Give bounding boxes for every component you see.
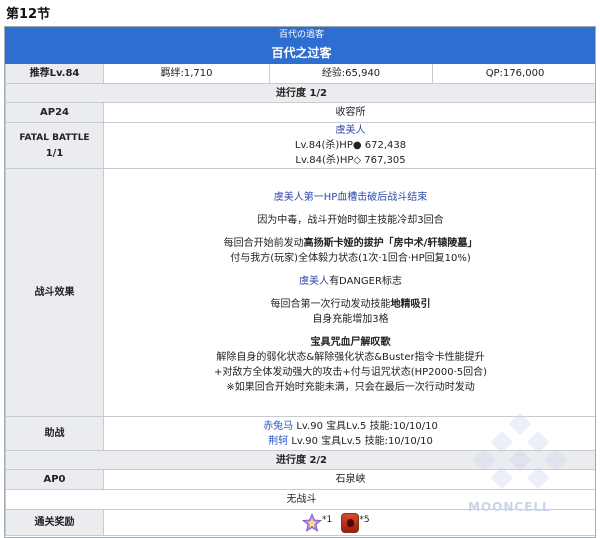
effect-line-7: 自身充能增加3格 <box>312 314 389 325</box>
progress-2-header: 进行度 2/2 <box>5 450 595 470</box>
enemy-hp-1: Lv.84(杀)HP● 672,438 <box>294 140 407 151</box>
saint-quartz-icon[interactable] <box>301 512 323 533</box>
enemy-hp-2: Lv.84(杀)HP◇ 767,305 <box>295 155 406 166</box>
enemy-name[interactable]: 虞美人 <box>104 123 595 138</box>
effect-line-10: +对敌方全体发动强大的攻击+付与诅咒状态(HP2000·5回合) <box>213 367 488 378</box>
reward-item-1-count: *1 <box>322 514 333 525</box>
quest-name-jp: 百代の過客 <box>5 27 595 44</box>
reward-label: 通关奖励 <box>5 509 104 536</box>
effect-line-3: 每回合开始前发动高扬斯卡娅的拔护「房中术/轩辕陵墓」 <box>223 238 478 249</box>
bond-value: 羁绊:1,710 <box>103 63 270 84</box>
effect-line-6: 每回合第一次行动发动技能地精吸引 <box>270 299 431 310</box>
support-2-link[interactable]: 荆轲 <box>268 436 288 447</box>
support-list: 赤兔马 Lv.90 宝具Lv.5 技能:10/10/10 荆轲 Lv.90 宝具… <box>102 416 595 451</box>
progress-1-header: 进行度 1/2 <box>5 83 595 103</box>
effect-line-4: 付与我方(玩家)全体毅力状态(1次·1回合·HP回复10%) <box>230 253 471 264</box>
support-1-link[interactable]: 赤兔马 <box>263 421 293 432</box>
fatal-battle-title: FATAL BATTLE <box>19 132 90 143</box>
battle-effects-label: 战斗效果 <box>5 168 104 417</box>
ap-cost-1: AP24 <box>5 102 104 123</box>
quest-table: 百代の過客 百代之过客 推荐Lv.84 羁绊:1,710 经验:65,940 Q… <box>4 26 596 538</box>
support-label: 助战 <box>5 416 104 451</box>
effect-enemy-link-1[interactable]: 虞美人 <box>274 192 304 203</box>
support-2: 荆轲 Lv.90 宝具Lv.5 技能:10/10/10 <box>268 435 433 447</box>
effect-line-11: ※如果回合开始时充能未满，只会在最后一次行动时发动 <box>226 382 475 393</box>
effect-line-9: 解除自身的弱化状态&解除强化状态&Buster指令卡性能提升 <box>216 352 485 363</box>
effect-line-5: 虞美人有DANGER标志 <box>299 276 402 287</box>
effect-line-2: 因为中毒，战斗开始时御主技能冷却3回合 <box>257 215 444 226</box>
material-bag-icon[interactable] <box>341 512 360 533</box>
effect-line-1: 虞美人第一HP血槽击破后战斗结束 <box>273 192 428 203</box>
effect-enemy-link-2[interactable]: 虞美人 <box>299 276 329 287</box>
qp-value: QP:176,000 <box>431 63 595 84</box>
ap-cost-2: AP0 <box>5 469 104 490</box>
location-2: 石泉峡 <box>102 469 595 490</box>
quest-name-cn: 百代之过客 <box>5 43 595 64</box>
enemy-info: 虞美人 Lv.84(杀)HP● 672,438 Lv.84(杀)HP◇ 767,… <box>102 122 595 169</box>
fatal-battle-count: 1/1 <box>45 147 64 159</box>
exp-value: 经验:65,940 <box>269 63 433 84</box>
support-1: 赤兔马 Lv.90 宝具Lv.5 技能:10/10/10 <box>263 420 438 432</box>
reward-item-2-count: *5 <box>359 514 370 525</box>
location-1: 收容所 <box>102 102 595 123</box>
fatal-battle-label: FATAL BATTLE 1/1 <box>5 122 104 169</box>
section-title: 第12节 <box>6 7 51 22</box>
battle-effects-content: 虞美人第一HP血槽击破后战斗结束 因为中毒，战斗开始时御主技能冷却3回合 每回合… <box>102 168 595 417</box>
watermark-text: MOONCELL <box>468 500 551 514</box>
effect-line-8: 宝具咒血尸解叹歌 <box>310 337 391 348</box>
recommend-level: 推荐Lv.84 <box>5 63 104 84</box>
